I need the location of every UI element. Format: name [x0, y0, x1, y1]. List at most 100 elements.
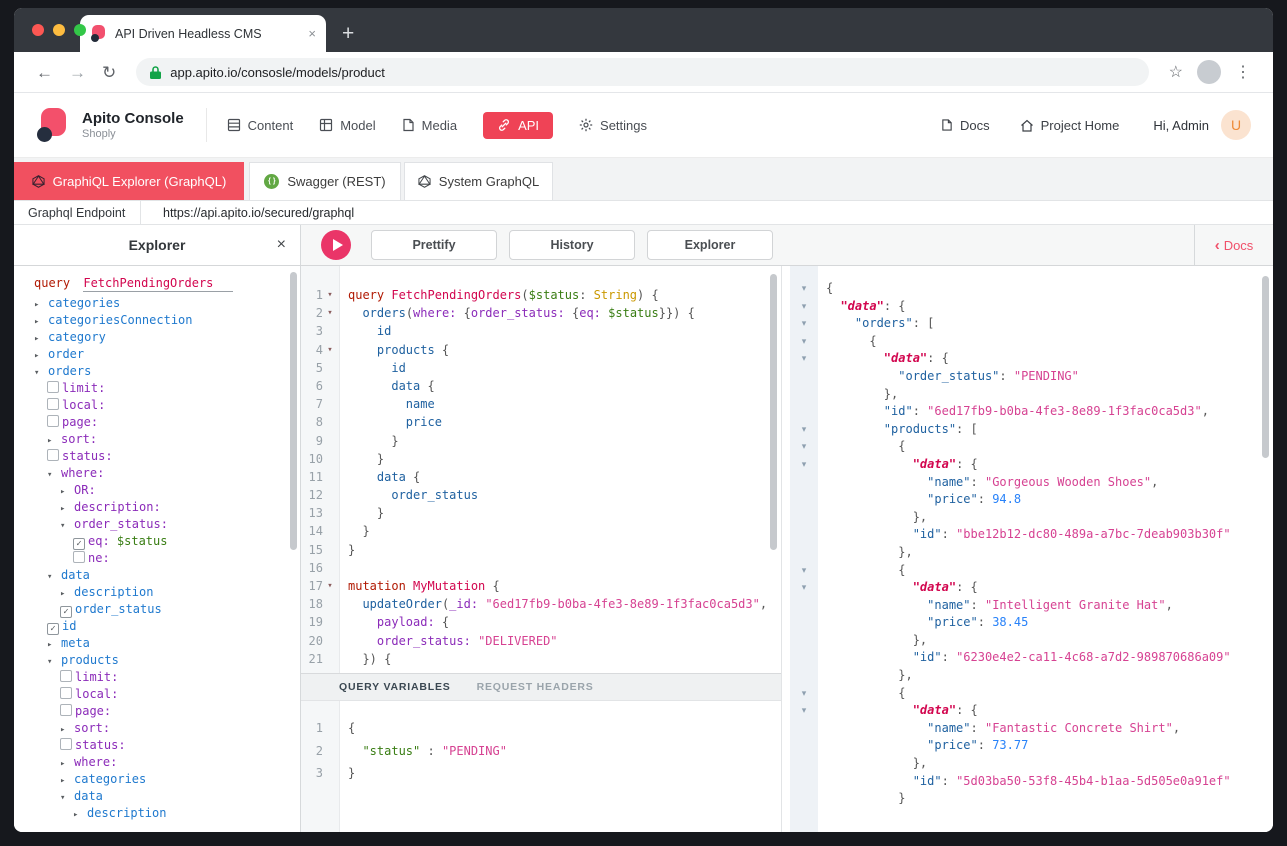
fold-arrow-icon[interactable]: ▾: [323, 341, 337, 359]
tree-argument-row[interactable]: ▸ where:: [34, 754, 300, 771]
tree-field-row[interactable]: ▾ data: [34, 788, 300, 805]
expand-arrow-icon[interactable]: ▾: [47, 569, 61, 586]
tree-argument-row[interactable]: ▸ description:: [34, 499, 300, 516]
checkbox[interactable]: [60, 687, 72, 699]
explorer-toggle-button[interactable]: Explorer: [647, 230, 773, 260]
tree-argument-row[interactable]: status:: [34, 448, 300, 465]
expand-arrow-icon[interactable]: ▾: [60, 518, 74, 535]
docs-link[interactable]: Docs: [941, 118, 990, 133]
collapse-arrow-icon[interactable]: ▸: [73, 807, 87, 824]
user-avatar[interactable]: U: [1221, 110, 1251, 140]
browser-profile-avatar[interactable]: [1197, 60, 1221, 84]
fold-arrow-icon[interactable]: ▾: [802, 456, 807, 474]
fold-arrow-icon[interactable]: ▾: [323, 286, 337, 304]
variables-editor[interactable]: 1 2 3 { "status" : "PENDING"}: [301, 701, 781, 832]
tree-argument-row[interactable]: limit:: [34, 380, 300, 397]
address-bar[interactable]: app.apito.io/consosle/models/product: [136, 58, 1149, 86]
tab-system-graphql[interactable]: System GraphQL: [404, 162, 553, 200]
fold-arrow-icon[interactable]: ▾: [802, 315, 807, 333]
editor-scrollbar[interactable]: [770, 274, 777, 550]
tab-graphiql-explorer[interactable]: GraphiQL Explorer (GraphQL): [14, 162, 244, 200]
query-editor[interactable]: 1 ▾ 2 ▾ 3 4 ▾ 5 6 7 8 9 10 11 12 13 14 15 16 17 ▾ 18 19 20 21 qu…: [301, 266, 781, 673]
back-icon[interactable]: ←: [36, 64, 53, 81]
minimize-window-icon[interactable]: [53, 24, 65, 36]
tree-field-row[interactable]: ▸ categories: [34, 295, 300, 312]
tree-field-row[interactable]: ▸ category: [34, 329, 300, 346]
maximize-window-icon[interactable]: [74, 24, 86, 36]
tree-field-row[interactable]: ✓ order_status: [34, 601, 300, 618]
checkbox[interactable]: [47, 381, 59, 393]
query-name-input[interactable]: FetchPendingOrders: [83, 276, 234, 292]
tab-query-variables[interactable]: QUERY VARIABLES: [339, 681, 451, 693]
forward-icon[interactable]: →: [69, 64, 86, 81]
checkbox-checked[interactable]: ✓: [60, 606, 72, 618]
tree-argument-row[interactable]: ne:: [34, 550, 300, 567]
tree-field-row[interactable]: ▸ order: [34, 346, 300, 363]
checkbox[interactable]: [60, 704, 72, 716]
fold-arrow-icon[interactable]: ▾: [802, 333, 807, 351]
tab-swagger-rest[interactable]: Swagger (REST): [249, 162, 401, 200]
fold-arrow-icon[interactable]: ▾: [802, 579, 807, 597]
fold-arrow-icon[interactable]: ▾: [323, 577, 337, 595]
nav-item-content[interactable]: Content: [227, 118, 293, 133]
tree-argument-row[interactable]: ▸ sort:: [34, 720, 300, 737]
tree-argument-row[interactable]: ▸ OR:: [34, 482, 300, 499]
tab-request-headers[interactable]: REQUEST HEADERS: [477, 681, 594, 693]
fold-arrow-icon[interactable]: ▾: [802, 350, 807, 368]
expand-arrow-icon[interactable]: ▾: [47, 467, 61, 484]
tree-argument-row[interactable]: ▸ sort:: [34, 431, 300, 448]
tree-argument-row[interactable]: ▾ where:: [34, 465, 300, 482]
expand-arrow-icon[interactable]: ▾: [34, 365, 48, 382]
history-button[interactable]: History: [509, 230, 635, 260]
fold-arrow-icon[interactable]: ▾: [802, 702, 807, 720]
nav-item-media[interactable]: Media: [402, 118, 457, 133]
checkbox[interactable]: [73, 551, 85, 563]
fold-arrow-icon[interactable]: ▾: [802, 562, 807, 580]
nav-item-settings[interactable]: Settings: [579, 118, 647, 133]
kebab-menu-icon[interactable]: ⋮: [1235, 62, 1251, 82]
fold-arrow-icon[interactable]: ▾: [802, 438, 807, 456]
tree-field-row[interactable]: ▾ orders: [34, 363, 300, 380]
query-editor-code[interactable]: query FetchPendingOrders($status: String…: [340, 266, 781, 673]
fold-arrow-icon[interactable]: ▾: [802, 421, 807, 439]
fold-arrow-icon[interactable]: ▾: [802, 280, 807, 298]
fold-arrow-icon[interactable]: ▾: [802, 298, 807, 316]
checkbox[interactable]: [60, 738, 72, 750]
tree-field-row[interactable]: ▸ meta: [34, 635, 300, 652]
checkbox-checked[interactable]: ✓: [73, 538, 85, 550]
prettify-button[interactable]: Prettify: [371, 230, 497, 260]
tree-argument-row[interactable]: limit:: [34, 669, 300, 686]
checkbox[interactable]: [60, 670, 72, 682]
apito-logo[interactable]: [36, 108, 70, 142]
checkbox[interactable]: [47, 398, 59, 410]
tree-argument-row[interactable]: status:: [34, 737, 300, 754]
expand-arrow-icon[interactable]: ▾: [47, 654, 61, 671]
query-name-row[interactable]: query FetchPendingOrders: [34, 275, 300, 292]
results-scrollbar[interactable]: [1262, 276, 1269, 458]
tree-field-row[interactable]: ▸ categoriesConnection: [34, 312, 300, 329]
explorer-close-icon[interactable]: ×: [277, 236, 286, 254]
browser-tab[interactable]: API Driven Headless CMS ×: [80, 15, 326, 52]
tree-argument-row[interactable]: page:: [34, 703, 300, 720]
checkbox[interactable]: [47, 415, 59, 427]
tree-argument-row[interactable]: ▾ order_status:: [34, 516, 300, 533]
explorer-scrollbar[interactable]: [290, 272, 297, 550]
new-tab-button[interactable]: +: [342, 23, 354, 44]
tree-argument-row[interactable]: local:: [34, 397, 300, 414]
expand-arrow-icon[interactable]: ▾: [60, 790, 74, 807]
project-home-link[interactable]: Project Home: [1020, 118, 1119, 133]
tree-field-row[interactable]: ▾ products: [34, 652, 300, 669]
reload-icon[interactable]: ↻: [102, 64, 116, 81]
execute-query-button[interactable]: [321, 230, 351, 260]
tree-argument-row[interactable]: ✓ eq: $status: [34, 533, 300, 550]
checkbox-checked[interactable]: ✓: [47, 623, 59, 635]
checkbox[interactable]: [47, 449, 59, 461]
nav-item-api[interactable]: API: [483, 111, 554, 139]
docs-panel-button[interactable]: ‹ Docs: [1194, 225, 1273, 265]
variables-code[interactable]: { "status" : "PENDING"}: [340, 701, 781, 832]
tree-field-row[interactable]: ✓ id: [34, 618, 300, 635]
tree-field-row[interactable]: ▾ data: [34, 567, 300, 584]
tree-field-row[interactable]: ▸ description: [34, 584, 300, 601]
close-window-icon[interactable]: [32, 24, 44, 36]
bookmark-star-icon[interactable]: ☆: [1169, 62, 1183, 82]
